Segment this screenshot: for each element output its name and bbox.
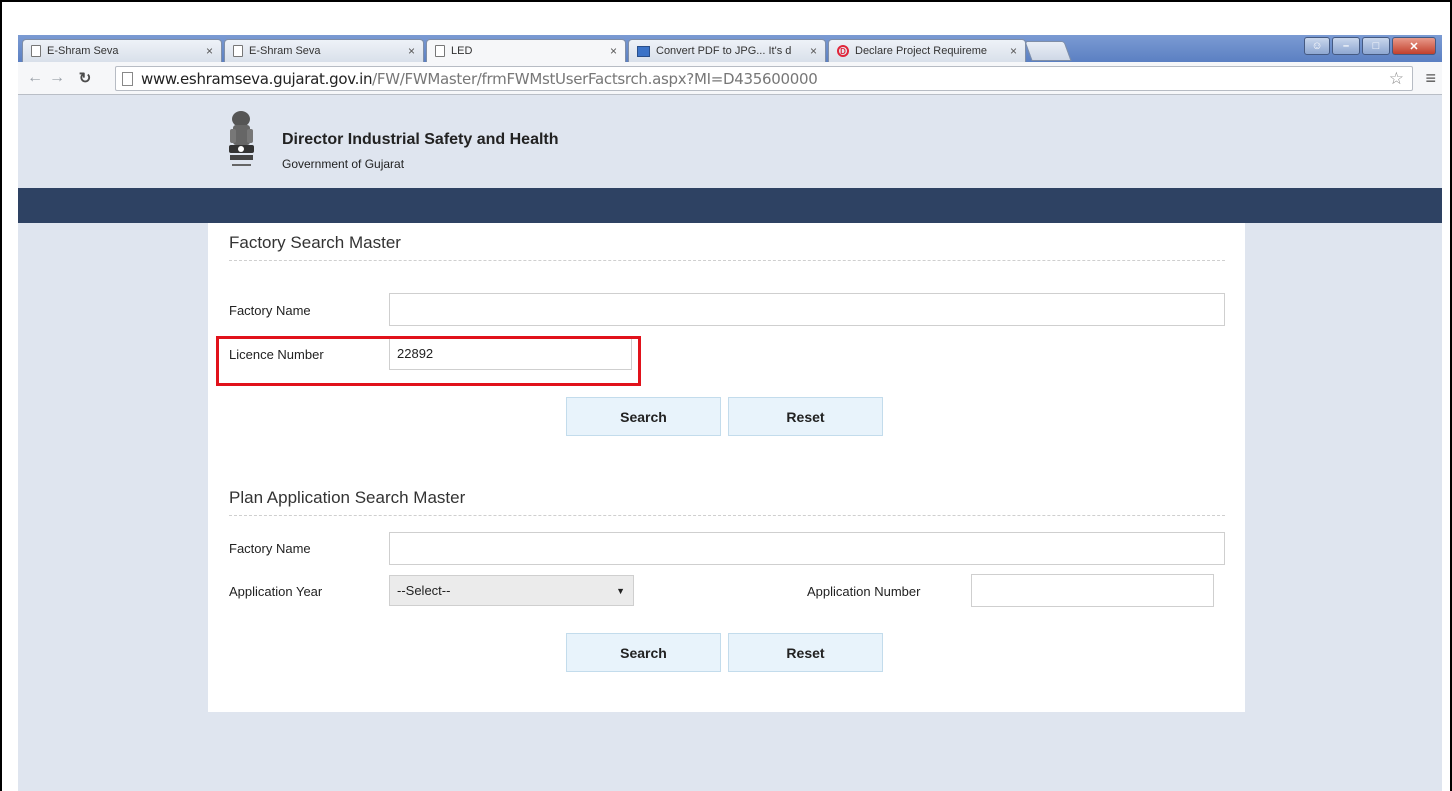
page-icon [122, 71, 133, 86]
tab-convert-pdf[interactable]: Convert PDF to JPG... It's d × [628, 39, 826, 62]
plan-search-title: Plan Application Search Master [229, 488, 466, 507]
application-year-select[interactable]: --Select-- ▼ [389, 575, 634, 606]
browser-toolbar: ← → ↻ www.eshramseva.gujarat.gov.in/FW/F… [18, 62, 1442, 95]
tab-label: Convert PDF to JPG... It's d [656, 45, 792, 57]
url-path: /FW/FWMaster/frmFWMstUserFactsrch.aspx?M… [372, 69, 818, 88]
url-host: www.eshramseva.gujarat.gov.in [141, 69, 373, 88]
navigation-bar [18, 188, 1442, 223]
licence-highlight-box [216, 336, 641, 386]
page-icon [233, 45, 243, 57]
maximize-icon[interactable]: □ [1362, 37, 1390, 55]
bookmark-star-icon[interactable]: ☆ [1389, 69, 1404, 89]
application-year-selected: --Select-- [397, 583, 451, 598]
search-panel: Factory Search Master Factory Name Licen… [208, 223, 1245, 712]
reload-icon[interactable]: ↻ [74, 69, 96, 87]
tab-label: LED [451, 45, 473, 57]
plan-reset-button[interactable]: Reset [728, 633, 883, 672]
hamburger-menu-icon[interactable]: ≡ [1425, 68, 1436, 89]
forward-arrow-icon[interactable]: → [46, 69, 68, 87]
declare-icon: D [837, 45, 849, 57]
tab-declare-project[interactable]: D Declare Project Requireme × [828, 39, 1026, 62]
tab-label: E-Shram Seva [47, 45, 119, 57]
web-page: Director Industrial Safety and Health Go… [18, 96, 1442, 791]
tab-eshram-2[interactable]: E-Shram Seva × [224, 39, 424, 62]
application-number-label: Application Number [807, 584, 921, 599]
tab-label: E-Shram Seva [249, 45, 321, 57]
browser-window: E-Shram Seva × E-Shram Seva × LED × Conv… [18, 35, 1442, 791]
plan-factory-name-label: Factory Name [229, 541, 311, 556]
factory-search-button[interactable]: Search [566, 397, 721, 436]
application-year-label: Application Year [229, 584, 323, 599]
section-divider [229, 515, 1225, 516]
window-controls: ☺ – □ ✕ [1304, 37, 1436, 55]
close-icon[interactable]: × [810, 44, 817, 58]
image-icon [637, 45, 650, 57]
close-window-icon[interactable]: ✕ [1392, 37, 1436, 55]
plan-search-button[interactable]: Search [566, 633, 721, 672]
user-icon[interactable]: ☺ [1304, 37, 1330, 55]
factory-reset-button[interactable]: Reset [728, 397, 883, 436]
tab-label: Declare Project Requireme [855, 45, 988, 57]
page-icon [435, 45, 445, 57]
factory-name-input[interactable] [389, 293, 1225, 326]
minimize-icon[interactable]: – [1332, 37, 1360, 55]
section-divider [229, 260, 1225, 261]
application-number-input[interactable] [971, 574, 1214, 607]
tab-led[interactable]: LED × [426, 39, 626, 62]
close-icon[interactable]: × [1010, 44, 1017, 58]
page-icon [31, 45, 41, 57]
close-icon[interactable]: × [408, 44, 415, 58]
site-title: Director Industrial Safety and Health [282, 131, 559, 148]
chevron-down-icon: ▼ [616, 585, 625, 596]
tab-eshram-1[interactable]: E-Shram Seva × [22, 39, 222, 62]
close-icon[interactable]: × [206, 44, 213, 58]
factory-name-label: Factory Name [229, 303, 311, 318]
site-subtitle: Government of Gujarat [282, 157, 405, 171]
close-icon[interactable]: × [610, 44, 617, 58]
tab-strip: E-Shram Seva × E-Shram Seva × LED × Conv… [18, 35, 1442, 62]
plan-factory-name-input[interactable] [389, 532, 1225, 565]
address-bar[interactable]: www.eshramseva.gujarat.gov.in/FW/FWMaste… [115, 66, 1413, 91]
factory-search-title: Factory Search Master [229, 233, 401, 252]
emblem-logo [229, 111, 254, 166]
back-arrow-icon[interactable]: ← [24, 69, 46, 87]
new-tab-button[interactable] [1024, 41, 1072, 61]
site-header: Director Industrial Safety and Health Go… [18, 96, 1442, 188]
